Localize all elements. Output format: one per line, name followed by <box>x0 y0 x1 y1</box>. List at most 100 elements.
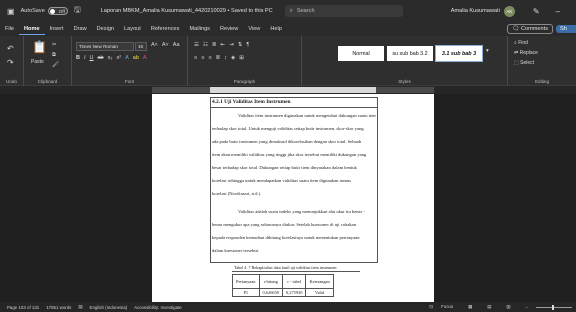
sort-icon[interactable]: ⇅ <box>238 42 243 48</box>
borders-icon[interactable]: ⊞ <box>239 55 244 61</box>
paste-icon[interactable]: 📋 <box>32 40 47 54</box>
select-button[interactable]: ⬚ Select <box>514 60 534 66</box>
tab-help[interactable]: Help <box>265 26 287 32</box>
paragraph-line: korelasi sehingga untuk mendapatkan vali… <box>212 178 352 183</box>
tab-references[interactable]: References <box>146 26 185 32</box>
undo-icon[interactable]: ↶ <box>7 44 14 53</box>
language-status[interactable]: English (Indonesia) <box>90 305 128 310</box>
tab-mailings[interactable]: Mailings <box>184 26 215 32</box>
bullets-icon[interactable]: ☰ <box>194 42 199 48</box>
style-su-sub-bab[interactable]: su sub bab 3.2 <box>387 46 433 61</box>
tab-view[interactable]: View <box>243 26 265 32</box>
paragraph-line: ada pada butir instrumen yang dimaksud d… <box>212 139 362 144</box>
document-page[interactable]: 4.2.1 Uji Validitas Item Instrumen Valid… <box>152 94 434 302</box>
numbering-icon[interactable]: ☷ <box>203 42 208 48</box>
shading-icon[interactable]: ◈ <box>231 55 235 61</box>
paste-label[interactable]: Paste <box>31 59 44 65</box>
word-count[interactable]: 17551 words <box>46 305 71 310</box>
focus-button[interactable]: ⊡ Focus <box>422 304 453 310</box>
style-sub-bab-3[interactable]: 3.1 sub bab 3 <box>435 45 483 62</box>
multilevel-list-icon[interactable]: ≣ <box>212 42 217 48</box>
shrink-font-icon[interactable]: A˅ <box>162 42 169 48</box>
zoom-slider[interactable] <box>536 304 572 310</box>
accessibility-status[interactable]: Accessibility: Investigate <box>134 305 182 310</box>
copy-icon[interactable]: ⧉ <box>52 52 56 59</box>
autosave-toggle[interactable]: Off <box>47 7 68 15</box>
paragraph-line: Validitas item instrumen digunakan untuk… <box>238 113 376 118</box>
avatar[interactable]: AK <box>503 5 515 17</box>
paragraph-line: besar terhadap skor total. Dukungan seti… <box>212 165 357 170</box>
increase-indent-icon[interactable]: ⇥ <box>229 42 234 48</box>
web-layout-icon[interactable]: ▥ <box>506 304 510 310</box>
zoom-out-icon[interactable]: – <box>526 305 528 310</box>
word-window: ▣ AutoSave Off 🖫 Laporan MBKM_Amalia Kus… <box>0 0 576 312</box>
tab-draw[interactable]: Draw <box>69 26 92 32</box>
align-center-icon[interactable]: ≡ <box>201 55 204 61</box>
pen-icon[interactable]: ✎ <box>533 7 540 16</box>
read-mode-icon[interactable]: ▦ <box>468 304 472 310</box>
justify-icon[interactable]: ≣ <box>216 55 221 61</box>
bold-icon[interactable]: B <box>76 55 80 61</box>
minimize-icon[interactable]: – <box>556 7 560 16</box>
clipboard-group: 📋 Paste ✂ ⧉ 🖌 Clipboard <box>24 36 72 86</box>
search-icon: ⌕ <box>289 7 293 14</box>
horizontal-ruler[interactable] <box>152 87 434 93</box>
underline-icon[interactable]: U <box>90 55 94 61</box>
grow-font-icon[interactable]: A˄ <box>151 42 158 48</box>
search-box[interactable]: ⌕ Search <box>284 5 403 17</box>
table-header-row: Pertanyaan r-hitung r - tabel Keterangan <box>232 274 334 289</box>
show-marks-icon[interactable]: ¶ <box>246 42 249 48</box>
redo-icon[interactable]: ↷ <box>7 58 14 67</box>
replace-button[interactable]: ⇄ Replace <box>514 50 538 56</box>
font-name-select[interactable]: Times New Roman <box>76 42 134 51</box>
styles-scroll-icon[interactable]: ▾ <box>486 48 489 54</box>
editing-group: ⌕ Find ⇄ Replace ⬚ Select Editing <box>508 36 576 86</box>
font-size-buttons: A˄ A˅ Aa <box>151 42 180 48</box>
paragraph-line: terhadap skor total. Untuk menguji valid… <box>212 126 364 131</box>
italic-icon[interactable]: I <box>84 55 86 61</box>
find-button[interactable]: ⌕ Find <box>514 40 528 46</box>
tab-layout[interactable]: Layout <box>119 26 146 32</box>
highlight-icon[interactable]: ab <box>133 55 139 61</box>
save-icon[interactable]: 🖫 <box>74 4 81 18</box>
cut-icon[interactable]: ✂ <box>52 42 57 48</box>
format-painter-icon[interactable]: 🖌 <box>52 62 59 68</box>
share-button[interactable]: Sh <box>556 25 576 33</box>
decrease-indent-icon[interactable]: ⇤ <box>220 42 225 48</box>
table-header-cell: Pertanyaan <box>232 274 260 289</box>
proofing-icon[interactable]: ▤ <box>78 304 82 310</box>
print-layout-icon[interactable]: ▤ <box>487 304 491 310</box>
undo-group-label: Undo <box>6 79 17 84</box>
font-size-select[interactable]: 16 <box>135 42 147 51</box>
text-effects-icon[interactable]: A <box>125 55 129 61</box>
heading-divider <box>210 107 378 108</box>
paragraph-line: dalam kuesioner tersebut. <box>212 248 260 253</box>
align-left-icon[interactable]: ≡ <box>194 55 197 61</box>
page-info[interactable]: Page 103 of 131 <box>7 305 39 310</box>
tab-insert[interactable]: Insert <box>45 26 69 32</box>
font-color-icon[interactable]: A <box>143 55 147 61</box>
document-title[interactable]: Laporan MBKM_Amalia Kusumawati_442021002… <box>101 8 273 14</box>
paragraph-group: ☰ ☷ ≣ ⇤ ⇥ ⇅ ¶ ≡ ≡ ≡ ≣ ↕ ◈ ⊞ Paragraph <box>188 36 302 86</box>
textbox-border-top <box>210 97 378 98</box>
tab-file[interactable]: File <box>0 26 19 32</box>
style-normal[interactable]: Normal <box>338 46 384 61</box>
tab-review[interactable]: Review <box>215 26 243 32</box>
tab-design[interactable]: Design <box>92 26 119 32</box>
subscript-icon[interactable]: x₂ <box>108 55 113 61</box>
font-group: Times New Roman 16 A˄ A˅ Aa B I U ab x₂ … <box>72 36 188 86</box>
superscript-icon[interactable]: x² <box>117 55 122 61</box>
undo-group: ↶ ↷ Undo <box>0 36 24 86</box>
tab-home[interactable]: Home <box>19 24 45 35</box>
strikethrough-icon[interactable]: ab <box>98 55 104 61</box>
focus-icon: ⊡ <box>429 304 435 309</box>
line-spacing-icon[interactable]: ↕ <box>224 55 227 61</box>
user-name[interactable]: Amalia Kusumawati <box>451 8 500 14</box>
ribbon-tabs: File Home Insert Draw Design Layout Refe… <box>0 22 576 36</box>
comments-button[interactable]: 🗨 Comments <box>507 24 553 34</box>
validity-table[interactable]: Pertanyaan r-hitung r - tabel Keterangan… <box>232 274 334 297</box>
align-right-icon[interactable]: ≡ <box>208 55 211 61</box>
document-area[interactable]: 4.2.1 Uji Validitas Item Instrumen Valid… <box>0 94 576 302</box>
change-case-icon[interactable]: Aa <box>173 42 180 48</box>
table-caption: Tabel 4. 7 Rekapitulasi data hasil uji v… <box>234 265 337 270</box>
